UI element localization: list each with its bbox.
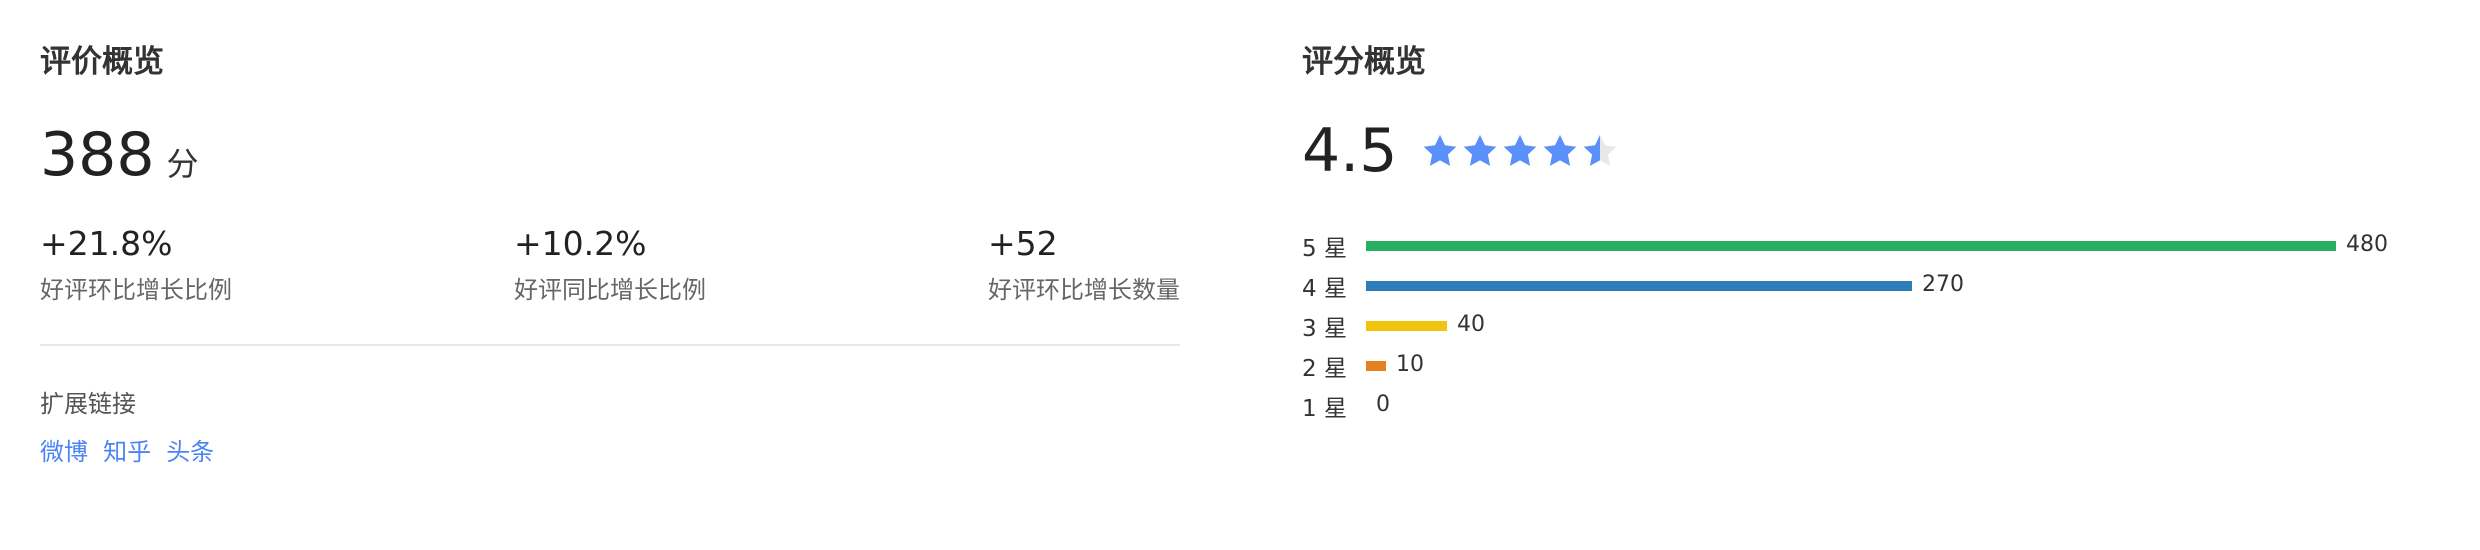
rating-bar-fill [1366,321,1447,331]
external-links: 微博 知乎 头条 [40,432,224,467]
rating-bar-count: 40 [1457,312,1485,337]
score-value: 388 [40,120,155,190]
rating-bar-row: 5 星 480 [1302,226,2442,266]
score-display: 388 分 [40,120,199,190]
metric-label: 好评同比增长比例 [514,276,706,304]
rating-bar-count: 10 [1396,352,1424,377]
link-weibo[interactable]: 微博 [40,438,88,466]
metric-mom-ratio: +21.8% 好评环比增长比例 [40,222,232,305]
review-overview-title: 评价概览 [40,44,164,80]
rating-bar-label: 1 星 [1302,396,1347,422]
rating-bar-track: 10 [1366,352,2336,377]
rating-bar-count: 270 [1922,272,1964,297]
links-heading: 扩展链接 [40,390,136,418]
rating-bar-row: 2 星 10 [1302,346,2442,386]
rating-display: 4.5 [1302,116,1621,186]
rating-overview-title: 评分概览 [1302,44,1426,80]
rating-bar-label: 5 星 [1302,236,1347,262]
star-full-icon [1464,134,1497,166]
rating-bar-track: 480 [1366,232,2388,257]
rating-bar-label: 2 星 [1302,356,1347,382]
rating-bar-track: 270 [1366,272,2336,297]
rating-bar-row: 3 星 40 [1302,306,2442,346]
rating-bar-row: 4 星 270 [1302,266,2442,306]
rating-value: 4.5 [1302,116,1398,186]
metric-yoy-ratio: +10.2% 好评同比增长比例 [514,222,706,305]
section-divider [40,344,1180,346]
metric-value: +52 [988,224,1058,263]
metric-value: +10.2% [514,224,647,263]
star-full-icon [1544,134,1577,166]
link-zhihu[interactable]: 知乎 [103,438,151,466]
score-unit: 分 [166,145,199,183]
link-toutiao[interactable]: 头条 [166,438,214,466]
metric-mom-count: +52 好评环比增长数量 [988,222,1180,305]
rating-distribution: 5 星 480 4 星 270 3 星 40 2 星 10 1 星 0 [1302,226,2442,426]
rating-bar-count: 480 [2346,232,2388,257]
rating-bar-fill [1366,281,1912,291]
star-rating [1421,132,1621,170]
star-full-icon [1504,134,1537,166]
rating-bar-label: 4 星 [1302,276,1347,302]
rating-bar-fill [1366,241,2336,251]
rating-bar-track: 0 [1366,392,2336,417]
metric-value: +21.8% [40,224,173,263]
rating-bar-count: 0 [1376,392,1390,417]
metric-label: 好评环比增长比例 [40,276,232,304]
rating-bar-fill [1366,361,1386,371]
star-full-icon [1424,134,1457,166]
rating-bar-track: 40 [1366,312,2336,337]
star-half-icon [1584,134,1617,166]
rating-bar-row: 1 星 0 [1302,386,2442,426]
metric-label: 好评环比增长数量 [988,276,1180,304]
rating-bar-label: 3 星 [1302,316,1347,342]
